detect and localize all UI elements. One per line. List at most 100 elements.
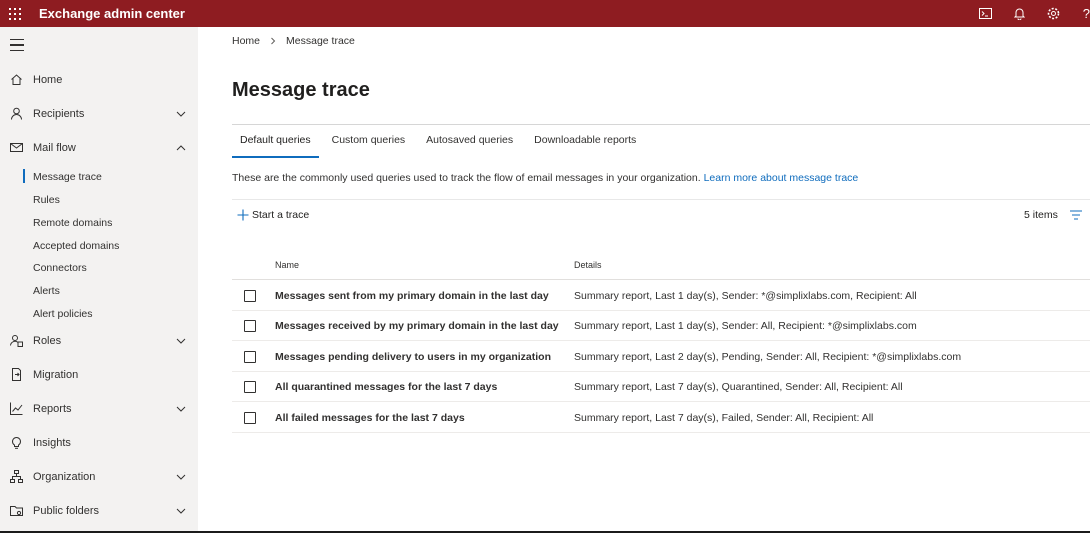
lightbulb-icon: [12, 437, 21, 449]
sidebar-subitem-label: Remote domains: [33, 217, 113, 229]
tab-label: Downloadable reports: [534, 134, 637, 146]
roles-icon: [10, 335, 23, 347]
page-title: Message trace: [232, 79, 370, 101]
query-details: Summary report, Last 7 day(s), Failed, S…: [574, 412, 874, 424]
sidebar-subitem-alert-policies[interactable]: Alert policies: [0, 304, 198, 324]
top-bar: Exchange admin center ?: [0, 0, 1090, 27]
tab-custom-queries[interactable]: Custom queries: [324, 134, 414, 158]
sidebar-item-recipients[interactable]: Recipients: [0, 101, 198, 127]
learn-more-link[interactable]: Learn more about message trace: [704, 172, 859, 184]
query-name[interactable]: Messages received by my primary domain i…: [275, 320, 559, 332]
table-row[interactable]: All failed messages for the last 7 days …: [232, 403, 1090, 433]
hamburger-icon[interactable]: [10, 39, 24, 51]
active-indicator: [23, 169, 25, 183]
page-description: These are the commonly used queries used…: [232, 172, 858, 184]
sidebar-item-label: Home: [33, 74, 63, 86]
chevron-down-icon[interactable]: [176, 506, 186, 516]
tab-downloadable-reports[interactable]: Downloadable reports: [526, 134, 644, 158]
row-checkbox[interactable]: [244, 412, 256, 424]
tab-list: Default queries Custom queries Autosaved…: [232, 134, 649, 158]
sidebar-item-label: Insights: [33, 437, 71, 449]
app-launcher-icon[interactable]: [0, 0, 30, 27]
chevron-down-icon[interactable]: [176, 336, 186, 346]
app-title[interactable]: Exchange admin center: [39, 6, 185, 21]
sidebar-item-public-folders[interactable]: Public folders: [0, 498, 198, 524]
query-details: Summary report, Last 1 day(s), Sender: *…: [574, 290, 917, 302]
table-row[interactable]: All quarantined messages for the last 7 …: [232, 372, 1090, 402]
tab-label: Default queries: [240, 134, 311, 146]
sidebar-item-organization[interactable]: Organization: [0, 464, 198, 490]
sidebar-subitem-accepted-domains[interactable]: Accepted domains: [0, 236, 198, 256]
divider: [232, 124, 1090, 125]
table-row[interactable]: Messages sent from my primary domain in …: [232, 281, 1090, 311]
breadcrumb-home[interactable]: Home: [232, 35, 260, 47]
query-name[interactable]: Messages pending delivery to users in my…: [275, 351, 551, 363]
sidebar-subitem-label: Connectors: [33, 262, 87, 274]
sidebar-item-migration[interactable]: Migration: [0, 362, 198, 388]
sidebar-item-home[interactable]: Home: [0, 67, 198, 93]
divider: [232, 279, 1090, 280]
sidebar-subitem-connectors[interactable]: Connectors: [0, 258, 198, 278]
org-icon: [10, 470, 23, 483]
start-trace-label: Start a trace: [252, 209, 310, 221]
query-details: Summary report, Last 2 day(s), Pending, …: [574, 351, 962, 363]
query-details: Summary report, Last 7 day(s), Quarantin…: [574, 381, 903, 393]
bell-icon[interactable]: [1002, 0, 1036, 27]
row-checkbox[interactable]: [244, 381, 256, 393]
tab-autosaved-queries[interactable]: Autosaved queries: [418, 134, 521, 158]
table-row[interactable]: Messages pending delivery to users in my…: [232, 342, 1090, 372]
sidebar-subitem-rules[interactable]: Rules: [0, 190, 198, 210]
table-row[interactable]: Messages received by my primary domain i…: [232, 311, 1090, 341]
query-details: Summary report, Last 1 day(s), Sender: A…: [574, 320, 917, 332]
column-header-name[interactable]: Name: [275, 260, 299, 270]
start-trace-button[interactable]: Start a trace: [237, 209, 309, 221]
sidebar-subitem-label: Alerts: [33, 285, 60, 297]
sidebar-subitem-label: Message trace: [33, 171, 102, 183]
description-text: These are the commonly used queries used…: [232, 172, 701, 184]
column-header-details[interactable]: Details: [574, 260, 602, 270]
chart-icon: [10, 402, 23, 415]
sidebar-item-label: Roles: [33, 335, 62, 347]
divider: [232, 199, 1090, 200]
row-checkbox[interactable]: [244, 290, 256, 302]
folder-icon: [10, 506, 23, 516]
sidebar-item-insights[interactable]: Insights: [0, 430, 198, 456]
query-name[interactable]: Messages sent from my primary domain in …: [275, 290, 549, 302]
breadcrumb: Home Message trace: [232, 35, 355, 47]
row-checkbox[interactable]: [244, 351, 256, 363]
query-name[interactable]: All failed messages for the last 7 days: [275, 412, 465, 424]
tab-label: Custom queries: [331, 134, 406, 146]
chevron-up-icon[interactable]: [176, 143, 186, 153]
row-checkbox[interactable]: [244, 320, 256, 332]
sidebar-item-roles[interactable]: Roles: [0, 328, 198, 354]
item-count: 5 items: [1024, 209, 1058, 221]
chevron-right-icon: [271, 37, 276, 45]
chevron-down-icon[interactable]: [176, 404, 186, 414]
sidebar-subitem-remote-domains[interactable]: Remote domains: [0, 213, 198, 233]
sidebar-item-label: Mail flow: [33, 142, 76, 154]
person-icon: [11, 107, 22, 120]
query-name[interactable]: All quarantined messages for the last 7 …: [275, 381, 497, 393]
gear-icon[interactable]: [1036, 0, 1070, 27]
filter-icon[interactable]: [1070, 210, 1082, 220]
help-icon[interactable]: ?: [1070, 0, 1090, 27]
sidebar: Home Recipients Mail flow Message trace …: [0, 27, 198, 533]
chevron-down-icon[interactable]: [176, 472, 186, 482]
chevron-down-icon[interactable]: [176, 109, 186, 119]
add-icon: [237, 209, 249, 221]
breadcrumb-current: Message trace: [286, 35, 355, 47]
terminal-icon[interactable]: [968, 0, 1002, 27]
migration-icon: [12, 368, 21, 381]
tab-label: Autosaved queries: [426, 134, 514, 146]
sidebar-subitem-label: Accepted domains: [33, 240, 120, 252]
sidebar-subitem-alerts[interactable]: Alerts: [0, 281, 198, 301]
sidebar-item-mail-flow[interactable]: Mail flow: [0, 135, 198, 161]
sidebar-item-label: Recipients: [33, 108, 85, 120]
tab-default-queries[interactable]: Default queries: [232, 134, 319, 158]
sidebar-subitem-message-trace[interactable]: Message trace: [0, 167, 198, 187]
sidebar-item-label: Reports: [33, 403, 72, 415]
mail-icon: [10, 143, 23, 152]
sidebar-item-reports[interactable]: Reports: [0, 396, 198, 422]
help-glyph: ?: [1082, 6, 1090, 21]
sidebar-subitem-label: Rules: [33, 194, 60, 206]
